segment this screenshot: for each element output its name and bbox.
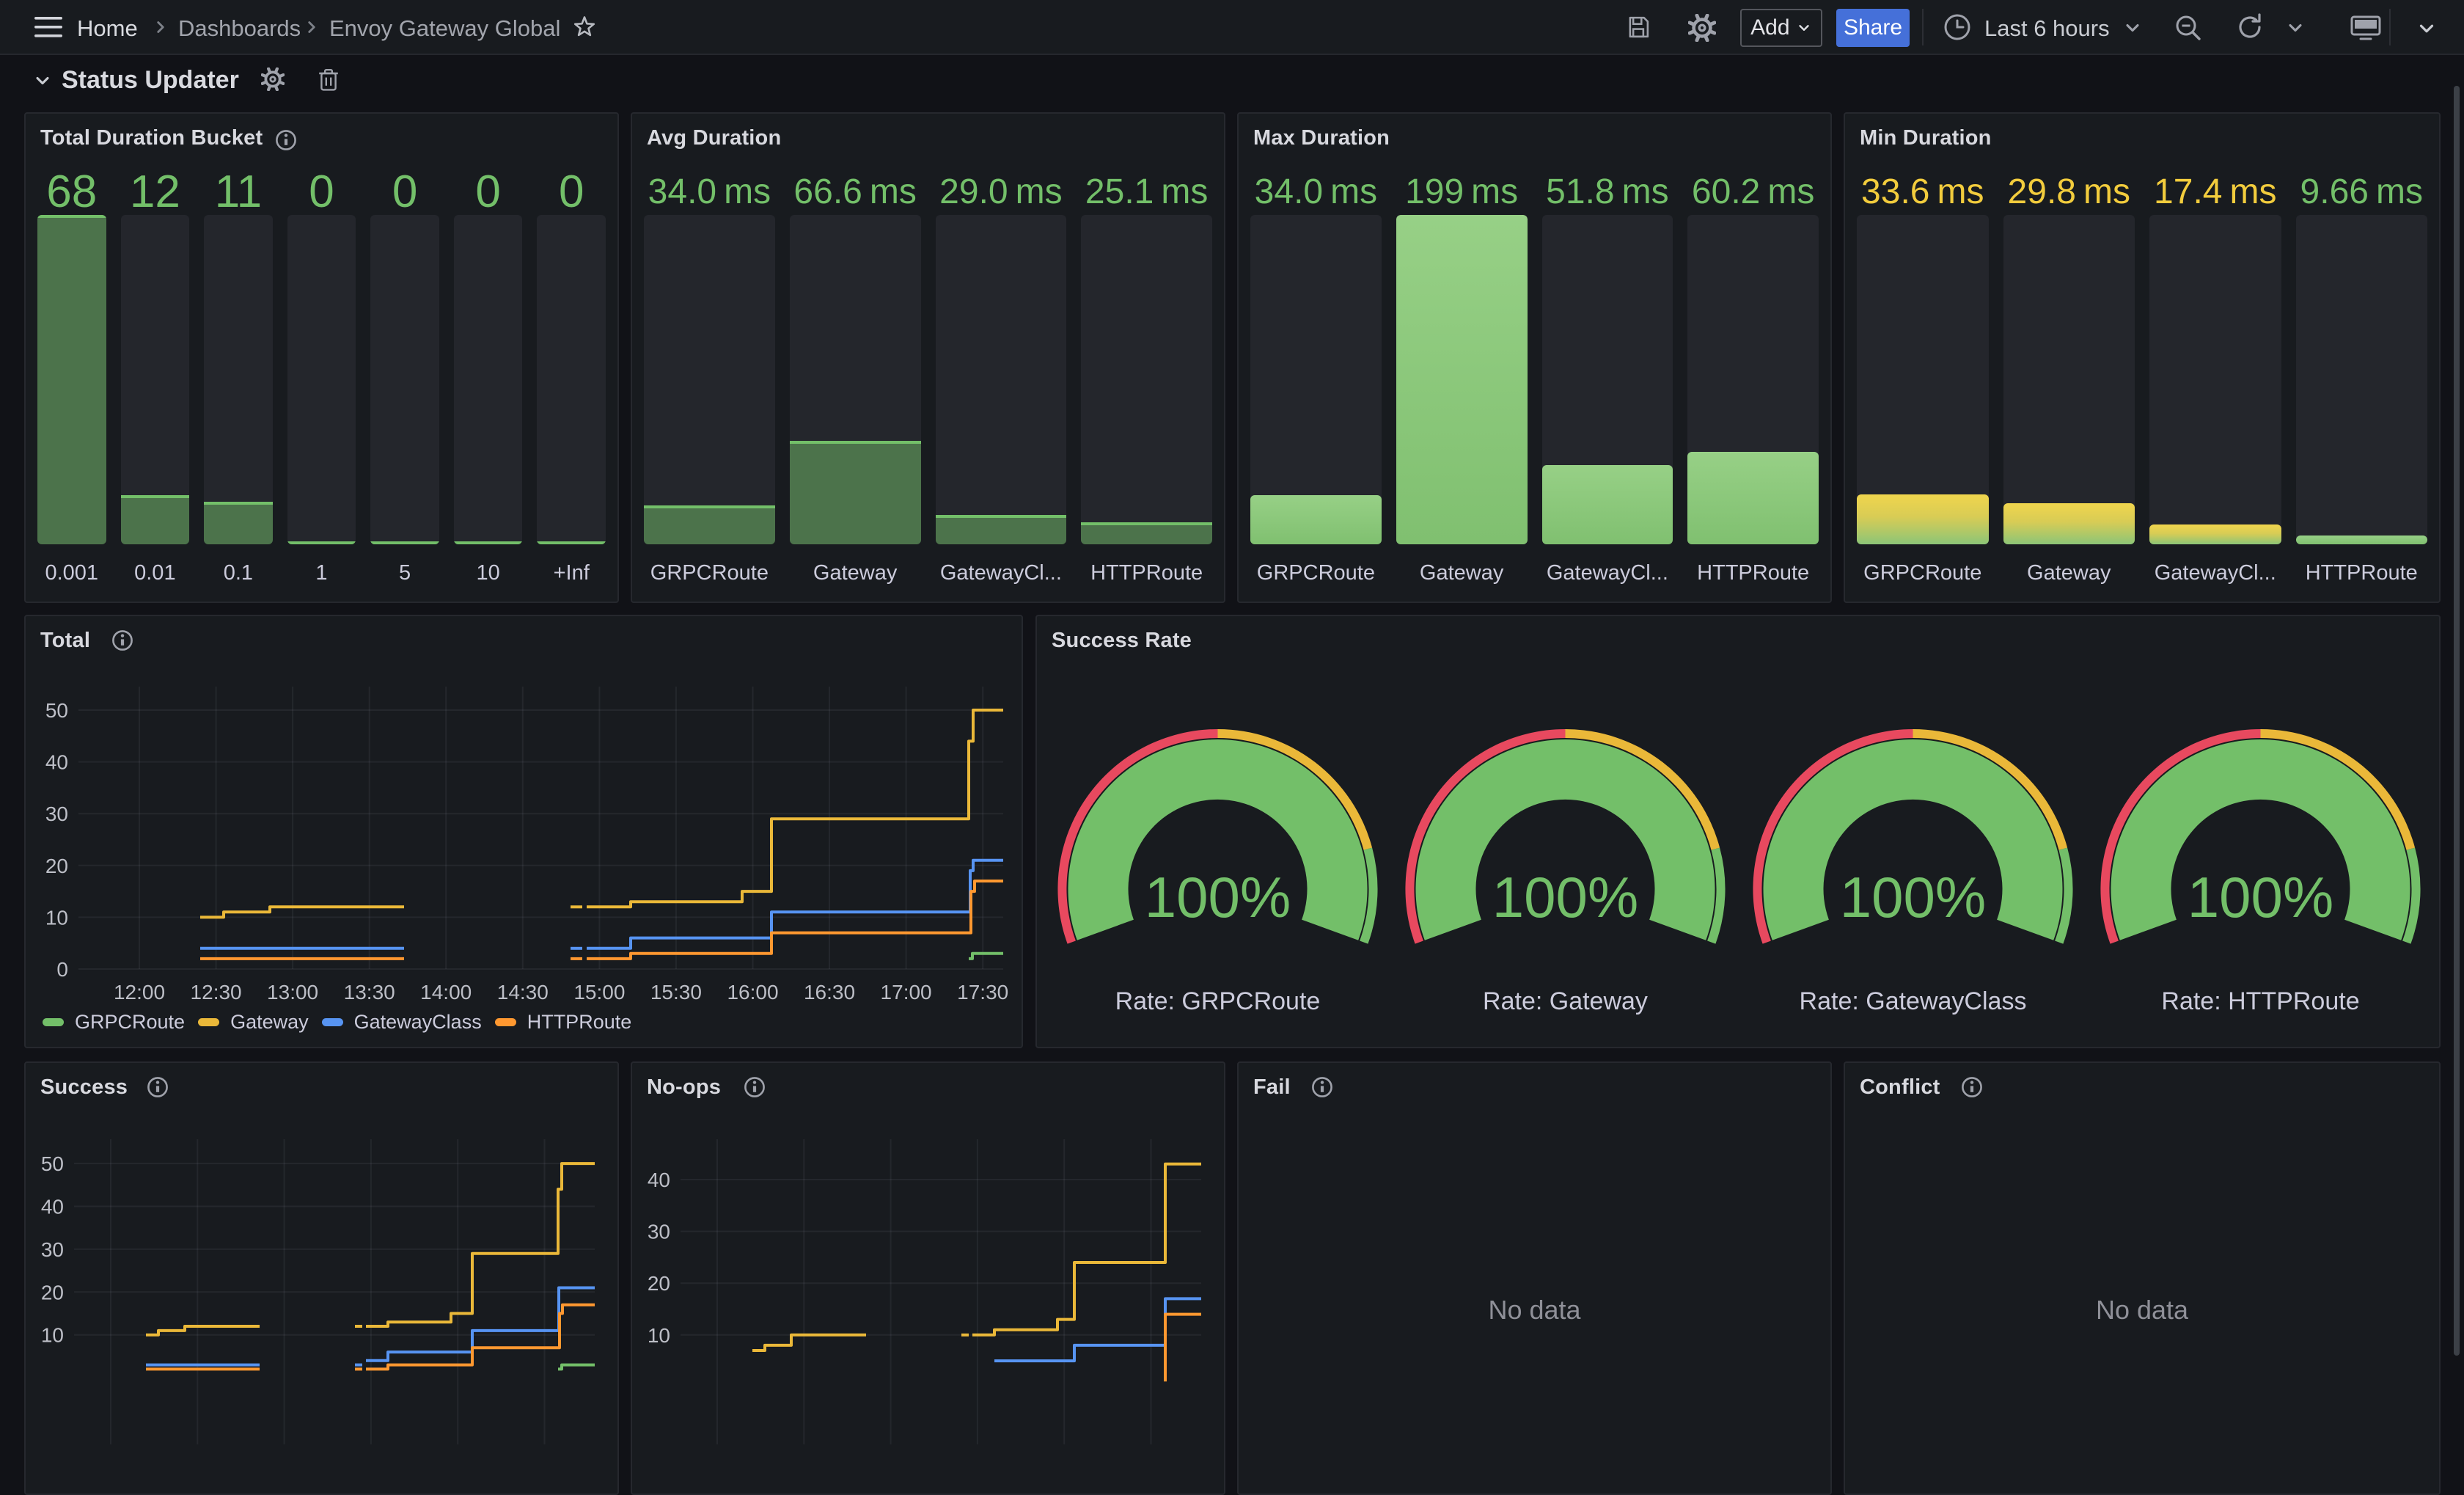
svg-text:10: 10 (41, 1324, 64, 1347)
svg-text:30: 30 (41, 1238, 64, 1261)
svg-text:100%: 100% (1145, 865, 1291, 929)
svg-text:14:30: 14:30 (497, 981, 549, 1004)
svg-text:16:30: 16:30 (804, 981, 855, 1004)
svg-text:13:00: 13:00 (267, 981, 318, 1004)
svg-text:40: 40 (45, 751, 68, 774)
svg-text:30: 30 (648, 1221, 670, 1243)
svg-text:50: 50 (45, 699, 68, 722)
svg-text:17:00: 17:00 (881, 981, 932, 1004)
svg-text:20: 20 (648, 1272, 670, 1295)
svg-text:100%: 100% (1840, 865, 1987, 929)
svg-text:30: 30 (45, 803, 68, 825)
svg-text:16:00: 16:00 (727, 981, 778, 1004)
svg-text:13:30: 13:30 (344, 981, 395, 1004)
svg-text:40: 40 (648, 1169, 670, 1191)
svg-text:10: 10 (648, 1324, 670, 1347)
svg-text:100%: 100% (2188, 865, 2334, 929)
svg-text:0: 0 (56, 958, 68, 981)
svg-text:14:00: 14:00 (420, 981, 472, 1004)
svg-text:40: 40 (41, 1196, 64, 1218)
svg-text:20: 20 (41, 1281, 64, 1304)
svg-text:15:00: 15:00 (573, 981, 625, 1004)
svg-text:17:30: 17:30 (957, 981, 1008, 1004)
svg-text:20: 20 (45, 855, 68, 877)
svg-text:15:30: 15:30 (650, 981, 702, 1004)
svg-text:12:30: 12:30 (191, 981, 242, 1004)
svg-text:50: 50 (41, 1152, 64, 1175)
svg-text:12:00: 12:00 (114, 981, 165, 1004)
svg-text:10: 10 (45, 906, 68, 929)
svg-text:100%: 100% (1492, 865, 1639, 929)
